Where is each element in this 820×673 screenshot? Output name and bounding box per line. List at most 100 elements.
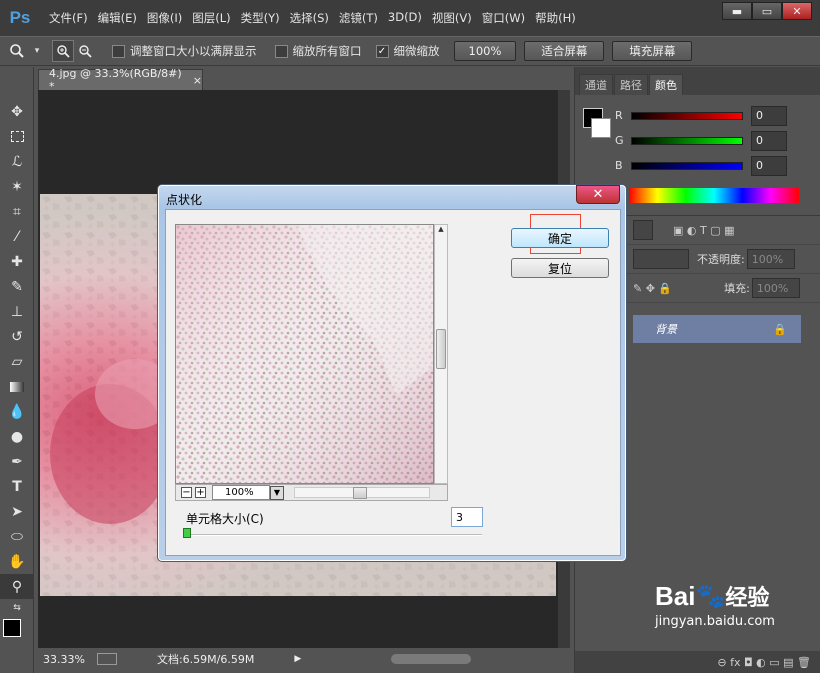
lasso-tool-icon[interactable]: ℒ [0,149,34,174]
layer-kind-select[interactable] [633,220,653,240]
menu-item-9[interactable]: 窗口(W) [477,10,530,26]
swap-colors-icon[interactable]: ⇆ [0,599,34,617]
menu-item-7[interactable]: 3D(D) [383,10,427,26]
resize-windows-label: 调整窗口大小以满屏显示 [130,44,257,58]
cell-size-slider-thumb[interactable] [183,528,191,538]
menu-item-0[interactable]: 文件(F) [44,10,93,26]
gradient-tool-icon[interactable] [0,374,34,399]
fit-screen-button[interactable]: 适合屏幕 [524,41,605,61]
filter-preview[interactable] [175,224,434,484]
magic-wand-tool-icon[interactable]: ✶ [0,174,34,199]
menu-item-2[interactable]: 图像(I) [142,10,187,26]
minimize-button[interactable]: ▬ [722,2,752,20]
blue-value[interactable]: 0 [751,155,787,176]
maximize-button[interactable]: ▭ [752,2,782,20]
crop-tool-icon[interactable]: ⌗ [0,199,34,224]
hand-tool-icon[interactable]: ✋ [0,549,34,574]
color-spectrum[interactable] [629,188,799,203]
close-window-button[interactable]: ✕ [782,2,812,20]
ps-logo: Ps [9,8,31,27]
document-tab[interactable]: 4.jpg @ 33.3%(RGB/8#) * × [38,67,203,93]
pointillize-dialog: 点状化 ✕ ▲ − + 100% ▼ 确定 复位 单元格大小(C) 3 [157,184,627,562]
opacity-field[interactable]: 100% [746,249,795,269]
fill-screen-button[interactable]: 填充屏幕 [612,41,693,61]
layer-background[interactable]: 背景 🔒 [633,315,801,343]
pen-tool-icon[interactable]: ✒ [0,449,34,474]
healing-brush-tool-icon[interactable]: ✚ [0,249,34,274]
red-label: R [615,109,623,122]
cell-size-input[interactable]: 3 [451,507,483,527]
move-tool-icon[interactable]: ✥ [0,99,34,124]
layer-filter-icons[interactable]: ▣ ◐ T ▢ ▦ [673,224,734,237]
blue-slider-row: B 0 [615,153,820,178]
panel-tabs: 通道 路径 颜色 [575,67,820,95]
dialog-close-button[interactable]: ✕ [576,185,620,204]
zoom-100-button[interactable]: 100% [453,41,517,61]
marquee-tool-icon[interactable] [0,124,34,149]
blue-slider[interactable] [631,161,743,170]
type-tool-icon[interactable]: T [0,474,34,499]
green-value[interactable]: 0 [751,130,787,151]
zoom-tool-icon[interactable] [4,40,30,62]
path-selection-tool-icon[interactable]: ➤ [0,499,34,524]
brush-tool-icon[interactable]: ✎ [0,274,34,299]
menu-item-4[interactable]: 类型(Y) [236,10,285,26]
chevron-down-icon[interactable]: ▾ [30,40,44,62]
tab-color[interactable]: 颜色 [649,74,683,95]
photoshop-window: Ps 文件(F) 编辑(E) 图像(I) 图层(L) 类型(Y) 选择(S) 滤镜(T) 3D… [0,0,820,673]
scrubby-zoom-checkbox[interactable]: ✓ [375,44,389,58]
scroll-up-icon[interactable]: ▲ [435,225,447,233]
ellipse-tool-icon[interactable]: ⬭ [0,524,34,549]
reset-button[interactable]: 复位 [511,258,609,278]
zoom-dropdown-icon[interactable]: ▼ [270,485,284,500]
ok-button[interactable]: 确定 [511,228,609,248]
status-arrow-icon[interactable]: ▶ [294,654,301,664]
tab-channels[interactable]: 通道 [579,74,613,95]
menu-item-5[interactable]: 选择(S) [285,10,334,26]
eyedropper-tool-icon[interactable]: ⁄ [0,224,34,249]
watermark-url: jingyan.baidu.com [655,614,775,629]
zoom-all-checkbox[interactable] [274,44,288,58]
layer-lock-icon: 🔒 [773,322,787,336]
menu-item-10[interactable]: 帮助(H) [530,10,581,26]
resize-windows-checkbox[interactable] [112,44,125,58]
blur-tool-icon[interactable]: 💧 [0,399,34,424]
menu-item-3[interactable]: 图层(L) [187,10,235,26]
clone-stamp-tool-icon[interactable]: ⊥ [0,299,34,324]
baidu-watermark: Bai 🐾 经验 jingyan.baidu.com [655,580,805,660]
preview-zoom-bar: − + 100% ▼ [175,484,448,501]
cell-size-label: 单元格大小(C) [186,512,264,526]
history-brush-tool-icon[interactable]: ↺ [0,324,34,349]
menu-item-6[interactable]: 滤镜(T) [334,10,383,26]
zoom-level[interactable]: 33.33% [43,653,85,666]
cell-size-slider[interactable] [186,534,482,536]
scrubby-zoom-label: 细微缩放 [393,44,440,58]
color-swatches[interactable] [0,617,33,647]
tab-close-icon[interactable]: × [193,74,202,87]
green-slider[interactable] [631,136,743,145]
eraser-tool-icon[interactable]: ▱ [0,349,34,374]
lock-icons[interactable]: ✎ ✥ 🔒 [633,282,672,295]
red-slider[interactable] [631,111,743,120]
zoom-in-icon[interactable] [52,40,74,62]
zoom-out-button[interactable]: − [181,487,192,498]
dodge-tool-icon[interactable]: ● [0,424,34,449]
menu-item-1[interactable]: 编辑(E) [93,10,142,26]
zoom-out-icon[interactable] [74,40,96,62]
status-bar: 33.33% 文档:6.59M/6.59M ▶ [38,648,568,670]
zoom-tool-active-icon[interactable]: ⚲ [0,574,34,599]
preview-hscroll-thumb[interactable] [353,487,367,499]
blend-mode-select[interactable] [633,249,689,269]
zoom-in-button[interactable]: + [195,487,206,498]
fill-field[interactable]: 100% [751,278,800,298]
toolbox: ✥ ℒ ✶ ⌗ ⁄ ✚ ✎ ⊥ ↺ ▱ 💧 ● ✒ T ➤ ⬭ ✋ ⚲ ⇆ [0,67,34,673]
menu-item-8[interactable]: 视图(V) [427,10,477,26]
red-value[interactable]: 0 [751,105,787,126]
canvas-horizontal-scrollbar[interactable] [391,654,472,664]
preview-horizontal-scrollbar[interactable] [294,487,430,499]
dialog-body: ▲ − + 100% ▼ 确定 复位 单元格大小(C) 3 [165,209,621,556]
tab-paths[interactable]: 路径 [614,74,648,95]
preview-vertical-scrollbar[interactable]: ▲ [434,224,448,484]
preview-scroll-thumb[interactable] [436,329,446,369]
paw-icon: 🐾 [695,582,726,610]
